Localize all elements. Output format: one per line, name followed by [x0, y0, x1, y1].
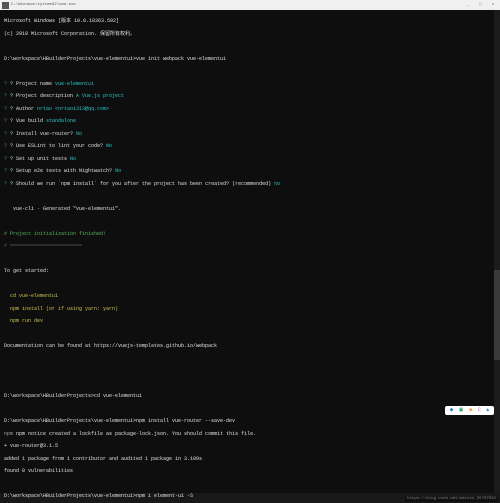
cmd-c: npm run dev [4, 318, 496, 324]
cmd-b: npm install (or if using yarn: yarn) [4, 306, 496, 312]
footer-link: https://blog.csdn.net/weixin_55707032 [405, 497, 498, 502]
wizard-unit: ? ? Set up unit tests No [4, 156, 496, 162]
watermark-icon: ▣ [459, 407, 464, 413]
separator: # ======================== [4, 243, 496, 249]
pkg-router: + vue-router@3.1.5 [4, 443, 496, 449]
prompt-cd: D:\workspace\HBuilderProjects>cd vue-ele… [4, 393, 496, 399]
cmd-icon [2, 2, 9, 9]
close-button[interactable]: × [488, 3, 498, 8]
wizard-author: ? ? Author nrtao <nrtao1313@qq.com> [4, 106, 496, 112]
wizard-npm: ? ? Should we run `npm install` for you … [4, 181, 496, 187]
wizard-vue-build: ? ? Vue build standalone [4, 118, 496, 124]
wizard-eslint: ? ? Use ESLint to lint your code? No [4, 143, 496, 149]
scrollbar[interactable] [494, 10, 500, 493]
prompt-vue-init: D:\workspace\HBuilderProjects\vue-elemen… [4, 56, 496, 62]
wizard-e2e: ? ? Setup e2e tests with Nightwatch? No [4, 168, 496, 174]
wizard-project-name: ? ? Project name vue-elementui [4, 81, 496, 87]
win-version: Microsoft Windows [版本 10.0.18363.592] [4, 18, 496, 24]
cmd-a: cd vue-elementui [4, 293, 496, 299]
wizard-router: ? ? Install vue-router? No [4, 131, 496, 137]
watermark-icon: ▲ [486, 407, 489, 413]
docs: Documentation can be found at https://vu… [4, 343, 496, 349]
init-done: # Project initialization finished! [4, 231, 496, 237]
added-router: added 1 package from 1 contributor and a… [4, 456, 496, 462]
vuln-router: found 0 vulnerabilities [4, 468, 496, 474]
watermark-icon: ◈ [469, 407, 473, 413]
prompt-router: D:\workspace\HBuilderProjects\vue-elemen… [4, 418, 496, 424]
watermark-icon: ◆ [450, 407, 454, 413]
watermark: ◆ ▣ ◈ C ▲ [445, 406, 494, 415]
watermark-icon: C [478, 407, 481, 413]
window-title: C:\Windows\system32\cmd.exe [11, 3, 463, 8]
titlebar: C:\Windows\system32\cmd.exe _ □ × [0, 0, 500, 10]
wizard-project-desc: ? ? Project description A Vue.js project [4, 93, 496, 99]
npm-notice-lock: npm npm notice created a lockfile as pac… [4, 431, 496, 437]
maximize-button[interactable]: □ [476, 3, 486, 8]
window-controls: _ □ × [463, 3, 498, 8]
terminal-area[interactable]: Microsoft Windows [版本 10.0.18363.592] (c… [0, 10, 500, 493]
get-started: To get started: [4, 268, 496, 274]
copyright: (c) 2019 Microsoft Corporation. 保留所有权利。 [4, 31, 496, 37]
minimize-button[interactable]: _ [463, 3, 473, 8]
scroll-thumb[interactable] [494, 270, 500, 360]
generated: vue-cli · Generated "vue-elementui". [4, 206, 496, 212]
